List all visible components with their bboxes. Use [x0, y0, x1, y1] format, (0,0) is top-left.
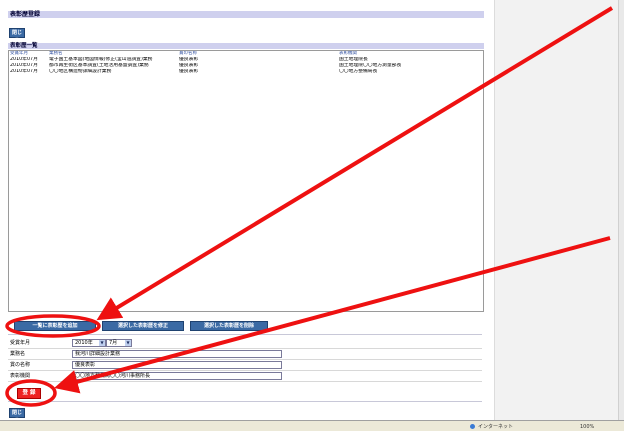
globe-icon [470, 424, 475, 429]
cell-org: 〇〇地方整備局長 [339, 69, 378, 74]
award-label: 賞の名称 [10, 362, 31, 368]
zoom-level[interactable]: 100% [580, 422, 594, 432]
year-select[interactable]: 2010年 ▼ [72, 339, 106, 347]
zone-label: インターネット [478, 424, 514, 430]
list-column-headers: 受賞年月 業務名 賞の名称 表彰機関 [9, 51, 483, 56]
work-label: 業務名 [10, 351, 26, 357]
edit-selected-button[interactable]: 選択した表彰歴を修正 [102, 321, 184, 331]
month-select[interactable]: 7月 ▼ [106, 339, 132, 347]
org-name-field[interactable]: 〇〇地方整備局〇〇河川事務所長 [72, 372, 282, 380]
col-org: 表彰機関 [339, 51, 357, 56]
add-to-list-button[interactable]: 一覧に表彰歴を追加 [14, 321, 96, 331]
divider [8, 334, 482, 335]
table-row[interactable]: 2010年07月 〇〇地区構造物詳細設計業務 優良表彰 〇〇地方整備局長 [9, 69, 483, 75]
right-blank-pane [494, 0, 624, 420]
register-button[interactable]: 登 録 [17, 388, 41, 399]
form-row-date: 受賞年月 2010年 ▼ 7月 ▼ [8, 338, 482, 349]
cell-award: 優良表彰 [179, 69, 199, 74]
list-title: 表彰歴一覧 [8, 43, 484, 49]
cell-work: 〇〇地区構造物詳細設計業務 [49, 69, 112, 74]
award-list[interactable]: 受賞年月 業務名 賞の名称 表彰機関 2010年07月 電子国土基本図(地図情報… [8, 50, 484, 312]
divider [8, 401, 482, 402]
date-label: 受賞年月 [10, 340, 31, 346]
month-value: 7月 [109, 340, 118, 346]
chevron-down-icon: ▼ [125, 340, 131, 346]
chevron-down-icon: ▼ [99, 340, 105, 346]
col-date: 受賞年月 [10, 51, 28, 56]
cell-date: 2010年07月 [10, 69, 38, 74]
page-title: 表彰歴登録 [8, 11, 484, 18]
status-bar: インターネット 100% [0, 420, 624, 431]
org-label: 表彰機関 [10, 373, 31, 379]
award-name-field[interactable]: 優良表彰 [72, 361, 282, 369]
close-button-bottom[interactable]: 閉じる [9, 408, 25, 424]
year-value: 2010年 [75, 340, 93, 346]
col-award: 賞の名称 [179, 51, 197, 56]
page-content: 表彰歴登録 閉じる 表彰歴一覧 受賞年月 業務名 賞の名称 表彰機関 2010年… [0, 0, 494, 424]
scrollbar[interactable] [618, 0, 624, 420]
work-name-field[interactable]: 我河川詳細設計業務 [72, 350, 282, 358]
form-row-org: 表彰機関 〇〇地方整備局〇〇河川事務所長 [8, 371, 482, 382]
delete-selected-button[interactable]: 選択した表彰歴を削除 [190, 321, 268, 331]
form-row-award: 賞の名称 優良表彰 [8, 360, 482, 371]
col-work: 業務名 [49, 51, 63, 56]
form-row-work: 業務名 我河川詳細設計業務 [8, 349, 482, 360]
close-button-top[interactable]: 閉じる [9, 28, 25, 44]
